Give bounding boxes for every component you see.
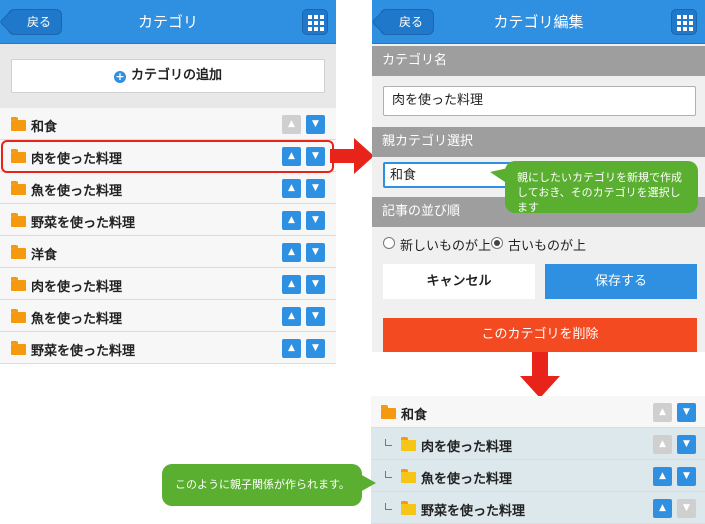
order-newest-label: 新しいものが上 — [400, 239, 492, 254]
move-up-button[interactable]: ▲ — [282, 211, 301, 230]
result-callout: このように親子関係が作られます。 — [162, 464, 362, 506]
tree-branch-icon — [385, 439, 392, 446]
folder-icon — [381, 405, 396, 419]
folder-icon — [11, 341, 26, 355]
folder-icon — [401, 437, 416, 451]
category-row[interactable]: 和食 ▲ ▼ — [0, 108, 336, 140]
order-oldest-radio[interactable] — [491, 237, 503, 249]
child-category-row[interactable]: 野菜を使った料理 ▲ ▼ — [371, 492, 705, 524]
category-name: 洋食 — [31, 248, 58, 263]
left-back-button[interactable]: 戻る — [8, 9, 63, 35]
category-row[interactable]: 魚を使った料理 ▲ ▼ — [0, 172, 336, 204]
right-header-bar: カテゴリ編集 戻る — [372, 0, 705, 44]
category-row[interactable]: 肉を使った料理 ▲ ▼ — [0, 268, 336, 300]
left-back-label: 戻る — [27, 15, 52, 29]
category-name: 野菜を使った料理 — [31, 344, 136, 359]
folder-icon — [11, 213, 26, 227]
order-oldest-label: 古いものが上 — [508, 239, 587, 254]
category-name-input[interactable]: 肉を使った料理 — [383, 86, 696, 116]
right-back-label: 戻る — [399, 15, 424, 29]
add-category-button[interactable]: + カテゴリの追加 — [11, 59, 325, 93]
move-down-button[interactable]: ▼ — [677, 435, 696, 454]
move-down-button[interactable]: ▼ — [306, 211, 325, 230]
category-row[interactable]: 野菜を使った料理 ▲ ▼ — [0, 204, 336, 236]
category-row[interactable]: 洋食 ▲ ▼ — [0, 236, 336, 268]
folder-icon — [401, 469, 416, 483]
delete-category-button[interactable]: このカテゴリを削除 — [383, 318, 697, 352]
move-up-button[interactable]: ▲ — [282, 307, 301, 326]
category-name: 魚を使った料理 — [31, 184, 123, 199]
move-up-button[interactable]: ▲ — [653, 499, 672, 518]
category-name: 魚を使った料理 — [421, 472, 513, 487]
move-down-button[interactable]: ▼ — [306, 179, 325, 198]
child-category-row[interactable]: 肉を使った料理 ▲ ▼ — [371, 428, 705, 460]
folder-icon — [401, 501, 416, 515]
move-down-button[interactable]: ▼ — [306, 275, 325, 294]
move-up-button[interactable]: ▲ — [653, 403, 672, 422]
move-down-button[interactable]: ▼ — [677, 499, 696, 518]
move-down-button[interactable]: ▼ — [677, 467, 696, 486]
folder-icon — [11, 117, 26, 131]
move-down-button[interactable]: ▼ — [677, 403, 696, 422]
cancel-button[interactable]: キャンセル — [383, 264, 535, 299]
move-up-button[interactable]: ▲ — [282, 243, 301, 262]
category-name: 和食 — [401, 408, 428, 423]
add-category-label: カテゴリの追加 — [130, 68, 222, 83]
move-down-button[interactable]: ▼ — [306, 307, 325, 326]
category-name: 野菜を使った料理 — [31, 216, 136, 231]
category-list-screen: カテゴリ 戻る + カテゴリの追加 和食 ▲ ▼ 肉を使った料理 ▲ ▼ 魚を使った料理 ▲ ▼ 野… — [0, 0, 336, 364]
move-up-button[interactable]: ▲ — [282, 339, 301, 358]
tree-branch-icon — [385, 471, 392, 478]
move-up-button[interactable]: ▲ — [282, 115, 301, 134]
left-grid-menu-icon[interactable] — [302, 9, 328, 35]
move-down-button[interactable]: ▼ — [306, 339, 325, 358]
category-name: 魚を使った料理 — [31, 312, 123, 327]
left-header-bar: カテゴリ 戻る — [0, 0, 336, 44]
category-name: 和食 — [31, 120, 58, 135]
parent-callout-pointer — [490, 168, 508, 184]
parent-section-header: 親カテゴリ選択 — [372, 127, 705, 157]
category-name: 肉を使った料理 — [31, 280, 123, 295]
category-row[interactable]: 魚を使った料理 ▲ ▼ — [0, 300, 336, 332]
move-down-button[interactable]: ▼ — [306, 115, 325, 134]
result-category-list: 和食 ▲ ▼ 肉を使った料理 ▲ ▼ 魚を使った料理 ▲ ▼ 野菜を使った料理 ▲ ▼ — [371, 396, 705, 524]
move-up-button[interactable]: ▲ — [653, 435, 672, 454]
plus-circle-icon: + — [113, 70, 126, 83]
right-back-button[interactable]: 戻る — [380, 9, 435, 35]
move-down-button[interactable]: ▼ — [306, 243, 325, 262]
parent-category-row[interactable]: 和食 ▲ ▼ — [371, 396, 705, 428]
category-name: 肉を使った料理 — [421, 440, 513, 455]
order-newest-radio[interactable] — [383, 237, 395, 249]
save-button[interactable]: 保存する — [545, 264, 697, 299]
move-up-button[interactable]: ▲ — [282, 179, 301, 198]
folder-icon — [11, 309, 26, 323]
folder-icon — [11, 245, 26, 259]
flow-arrow-down-icon — [520, 352, 560, 398]
selected-row-highlight — [1, 140, 334, 173]
parent-select-callout: 親にしたいカテゴリを新規で作成しておき、そのカテゴリを選択します — [505, 161, 698, 214]
tree-branch-icon — [385, 503, 392, 510]
flow-arrow-right-icon — [330, 138, 374, 174]
category-name: 野菜を使った料理 — [421, 504, 526, 519]
child-category-row[interactable]: 魚を使った料理 ▲ ▼ — [371, 460, 705, 492]
folder-icon — [11, 277, 26, 291]
category-row[interactable]: 野菜を使った料理 ▲ ▼ — [0, 332, 336, 364]
folder-icon — [11, 181, 26, 195]
right-grid-menu-icon[interactable] — [671, 9, 697, 35]
add-category-area: + カテゴリの追加 — [0, 44, 336, 108]
name-section-header: カテゴリ名 — [372, 46, 705, 76]
result-callout-pointer — [360, 474, 376, 492]
move-up-button[interactable]: ▲ — [282, 275, 301, 294]
move-up-button[interactable]: ▲ — [653, 467, 672, 486]
